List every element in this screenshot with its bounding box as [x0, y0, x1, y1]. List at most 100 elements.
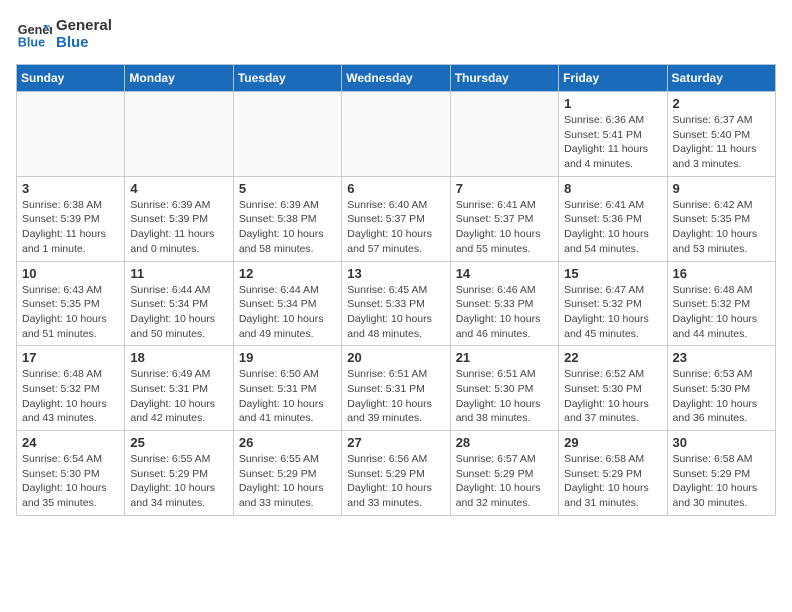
- day-number: 7: [456, 181, 553, 196]
- day-info: Sunrise: 6:51 AM Sunset: 5:30 PM Dayligh…: [456, 367, 553, 426]
- day-number: 3: [22, 181, 119, 196]
- day-info: Sunrise: 6:49 AM Sunset: 5:31 PM Dayligh…: [130, 367, 227, 426]
- calendar-header-row: SundayMondayTuesdayWednesdayThursdayFrid…: [17, 65, 776, 92]
- calendar-cell: [342, 92, 450, 177]
- logo-icon: General Blue: [16, 16, 52, 52]
- day-info: Sunrise: 6:48 AM Sunset: 5:32 PM Dayligh…: [673, 283, 770, 342]
- day-info: Sunrise: 6:40 AM Sunset: 5:37 PM Dayligh…: [347, 198, 444, 257]
- day-number: 30: [673, 435, 770, 450]
- calendar-cell: 1 Sunrise: 6:36 AM Sunset: 5:41 PM Daylig…: [559, 92, 667, 177]
- calendar-cell: 21 Sunrise: 6:51 AM Sunset: 5:30 PM Dayli…: [450, 346, 558, 431]
- calendar-cell: 18 Sunrise: 6:49 AM Sunset: 5:31 PM Dayli…: [125, 346, 233, 431]
- calendar-cell: 30Sunrise: 6:58 AM Sunset: 5:29 PM Dayli…: [667, 431, 775, 516]
- calendar-cell: [233, 92, 341, 177]
- calendar-week-row: 1 Sunrise: 6:36 AM Sunset: 5:41 PM Daylig…: [17, 92, 776, 177]
- day-number: 2: [673, 96, 770, 111]
- day-info: Sunrise: 6:39 AM Sunset: 5:38 PM Dayligh…: [239, 198, 336, 257]
- day-info: Sunrise: 6:48 AM Sunset: 5:32 PM Dayligh…: [22, 367, 119, 426]
- day-number: 24: [22, 435, 119, 450]
- calendar-cell: 25 Sunrise: 6:55 AM Sunset: 5:29 PM Dayli…: [125, 431, 233, 516]
- day-info: Sunrise: 6:37 AM Sunset: 5:40 PM Dayligh…: [673, 113, 770, 172]
- calendar-cell: 4 Sunrise: 6:39 AM Sunset: 5:39 PM Daylig…: [125, 176, 233, 261]
- calendar-cell: 28 Sunrise: 6:57 AM Sunset: 5:29 PM Dayli…: [450, 431, 558, 516]
- calendar-cell: 22Sunrise: 6:52 AM Sunset: 5:30 PM Dayli…: [559, 346, 667, 431]
- day-info: Sunrise: 6:36 AM Sunset: 5:41 PM Dayligh…: [564, 113, 661, 172]
- day-number: 17: [22, 350, 119, 365]
- day-info: Sunrise: 6:38 AM Sunset: 5:39 PM Dayligh…: [22, 198, 119, 257]
- calendar-cell: 10Sunrise: 6:43 AM Sunset: 5:35 PM Dayli…: [17, 261, 125, 346]
- calendar-week-row: 24Sunrise: 6:54 AM Sunset: 5:30 PM Dayli…: [17, 431, 776, 516]
- day-info: Sunrise: 6:41 AM Sunset: 5:36 PM Dayligh…: [564, 198, 661, 257]
- calendar-week-row: 10Sunrise: 6:43 AM Sunset: 5:35 PM Dayli…: [17, 261, 776, 346]
- svg-text:Blue: Blue: [18, 36, 45, 50]
- day-info: Sunrise: 6:51 AM Sunset: 5:31 PM Dayligh…: [347, 367, 444, 426]
- calendar-cell: 6 Sunrise: 6:40 AM Sunset: 5:37 PM Daylig…: [342, 176, 450, 261]
- day-number: 8: [564, 181, 661, 196]
- calendar-cell: 8 Sunrise: 6:41 AM Sunset: 5:36 PM Daylig…: [559, 176, 667, 261]
- day-number: 25: [130, 435, 227, 450]
- day-number: 21: [456, 350, 553, 365]
- day-info: Sunrise: 6:57 AM Sunset: 5:29 PM Dayligh…: [456, 452, 553, 511]
- calendar-cell: 12Sunrise: 6:44 AM Sunset: 5:34 PM Dayli…: [233, 261, 341, 346]
- weekday-header: Sunday: [17, 65, 125, 92]
- calendar-cell: 26Sunrise: 6:55 AM Sunset: 5:29 PM Dayli…: [233, 431, 341, 516]
- weekday-header: Monday: [125, 65, 233, 92]
- day-number: 13: [347, 266, 444, 281]
- day-info: Sunrise: 6:43 AM Sunset: 5:35 PM Dayligh…: [22, 283, 119, 342]
- day-number: 29: [564, 435, 661, 450]
- day-number: 12: [239, 266, 336, 281]
- calendar-cell: [450, 92, 558, 177]
- day-info: Sunrise: 6:45 AM Sunset: 5:33 PM Dayligh…: [347, 283, 444, 342]
- calendar-cell: 29 Sunrise: 6:58 AM Sunset: 5:29 PM Dayli…: [559, 431, 667, 516]
- logo-blue: Blue: [56, 34, 112, 51]
- day-info: Sunrise: 6:46 AM Sunset: 5:33 PM Dayligh…: [456, 283, 553, 342]
- day-number: 1: [564, 96, 661, 111]
- calendar-cell: 7Sunrise: 6:41 AM Sunset: 5:37 PM Daylig…: [450, 176, 558, 261]
- day-number: 27: [347, 435, 444, 450]
- day-info: Sunrise: 6:56 AM Sunset: 5:29 PM Dayligh…: [347, 452, 444, 511]
- day-number: 22: [564, 350, 661, 365]
- logo-general: General: [56, 17, 112, 34]
- logo: General Blue General Blue: [16, 16, 112, 52]
- calendar-body: 1 Sunrise: 6:36 AM Sunset: 5:41 PM Daylig…: [17, 92, 776, 516]
- calendar-cell: 16Sunrise: 6:48 AM Sunset: 5:32 PM Dayli…: [667, 261, 775, 346]
- page-header: General Blue General Blue: [16, 16, 776, 52]
- day-info: Sunrise: 6:58 AM Sunset: 5:29 PM Dayligh…: [564, 452, 661, 511]
- weekday-header: Tuesday: [233, 65, 341, 92]
- day-info: Sunrise: 6:55 AM Sunset: 5:29 PM Dayligh…: [130, 452, 227, 511]
- day-number: 14: [456, 266, 553, 281]
- calendar-cell: 23 Sunrise: 6:53 AM Sunset: 5:30 PM Dayli…: [667, 346, 775, 431]
- day-info: Sunrise: 6:53 AM Sunset: 5:30 PM Dayligh…: [673, 367, 770, 426]
- day-number: 11: [130, 266, 227, 281]
- day-number: 28: [456, 435, 553, 450]
- day-info: Sunrise: 6:55 AM Sunset: 5:29 PM Dayligh…: [239, 452, 336, 511]
- calendar-cell: 27 Sunrise: 6:56 AM Sunset: 5:29 PM Dayli…: [342, 431, 450, 516]
- calendar-cell: [17, 92, 125, 177]
- calendar-cell: 15Sunrise: 6:47 AM Sunset: 5:32 PM Dayli…: [559, 261, 667, 346]
- day-number: 6: [347, 181, 444, 196]
- calendar-cell: 24Sunrise: 6:54 AM Sunset: 5:30 PM Dayli…: [17, 431, 125, 516]
- day-info: Sunrise: 6:42 AM Sunset: 5:35 PM Dayligh…: [673, 198, 770, 257]
- calendar-cell: [125, 92, 233, 177]
- weekday-header: Thursday: [450, 65, 558, 92]
- weekday-header: Saturday: [667, 65, 775, 92]
- day-info: Sunrise: 6:47 AM Sunset: 5:32 PM Dayligh…: [564, 283, 661, 342]
- day-number: 20: [347, 350, 444, 365]
- calendar-week-row: 3 Sunrise: 6:38 AM Sunset: 5:39 PM Daylig…: [17, 176, 776, 261]
- day-number: 4: [130, 181, 227, 196]
- calendar-cell: 17 Sunrise: 6:48 AM Sunset: 5:32 PM Dayli…: [17, 346, 125, 431]
- calendar-cell: 20 Sunrise: 6:51 AM Sunset: 5:31 PM Dayli…: [342, 346, 450, 431]
- calendar-cell: 2 Sunrise: 6:37 AM Sunset: 5:40 PM Daylig…: [667, 92, 775, 177]
- day-number: 19: [239, 350, 336, 365]
- calendar-cell: 11Sunrise: 6:44 AM Sunset: 5:34 PM Dayli…: [125, 261, 233, 346]
- calendar-week-row: 17 Sunrise: 6:48 AM Sunset: 5:32 PM Dayli…: [17, 346, 776, 431]
- weekday-header: Wednesday: [342, 65, 450, 92]
- day-number: 18: [130, 350, 227, 365]
- day-number: 23: [673, 350, 770, 365]
- weekday-header: Friday: [559, 65, 667, 92]
- day-number: 9: [673, 181, 770, 196]
- calendar-cell: 13 Sunrise: 6:45 AM Sunset: 5:33 PM Dayli…: [342, 261, 450, 346]
- calendar-cell: 19Sunrise: 6:50 AM Sunset: 5:31 PM Dayli…: [233, 346, 341, 431]
- day-info: Sunrise: 6:39 AM Sunset: 5:39 PM Dayligh…: [130, 198, 227, 257]
- day-number: 5: [239, 181, 336, 196]
